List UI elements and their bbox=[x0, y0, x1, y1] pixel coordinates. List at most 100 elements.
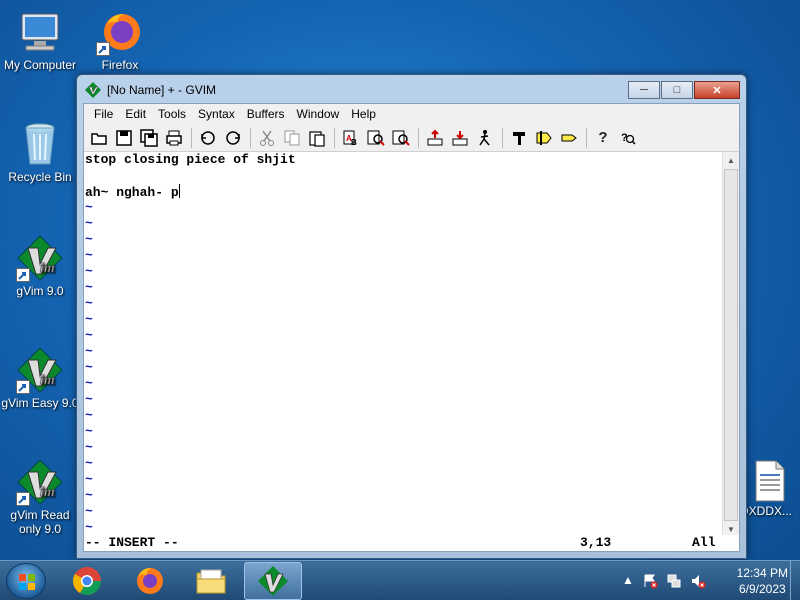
desktop-icon-gvim-easy[interactable]: im gVim Easy 9.0 bbox=[0, 346, 80, 410]
vim-icon bbox=[85, 82, 101, 98]
menu-file[interactable]: File bbox=[88, 107, 119, 121]
desktop-icon-label: DXDDX... bbox=[740, 504, 793, 518]
save-session-icon[interactable] bbox=[449, 127, 471, 149]
action-center-icon[interactable] bbox=[642, 573, 658, 589]
empty-line-marker: ~ bbox=[85, 216, 93, 231]
show-hidden-icons-icon[interactable]: ▲ bbox=[620, 573, 636, 589]
taskbar-chrome[interactable] bbox=[58, 562, 116, 600]
desktop-icon-my-computer[interactable]: My Computer bbox=[0, 8, 80, 72]
desktop-icon-gvim-read-only[interactable]: im gVim Read only 9.0 bbox=[0, 458, 80, 536]
svg-text:im: im bbox=[40, 373, 55, 388]
save-icon[interactable] bbox=[113, 127, 135, 149]
taskbar-explorer[interactable] bbox=[182, 562, 240, 600]
empty-line-marker: ~ bbox=[85, 504, 93, 519]
toolbar-separator bbox=[418, 127, 419, 148]
recycle-bin-icon bbox=[16, 120, 64, 168]
empty-line-marker: ~ bbox=[85, 312, 93, 327]
clock[interactable]: 12:34 PM 6/9/2023 bbox=[737, 565, 788, 597]
title-bar[interactable]: [No Name] + - GVIM ─ □ ✕ bbox=[77, 75, 746, 105]
load-session-icon[interactable] bbox=[424, 127, 446, 149]
buffer-line: ah~ nghah- p bbox=[84, 184, 722, 200]
menu-bar: File Edit Tools Syntax Buffers Window He… bbox=[84, 104, 739, 124]
menu-window[interactable]: Window bbox=[291, 107, 346, 121]
toolbar-separator bbox=[191, 127, 192, 148]
find-replace-icon[interactable]: AB bbox=[340, 127, 362, 149]
desktop-icon-label: gVim 9.0 bbox=[16, 284, 64, 298]
find-next-icon[interactable] bbox=[365, 127, 387, 149]
toolbar-separator bbox=[334, 127, 335, 148]
text-editor-area[interactable]: stop closing piece of shjit ah~ nghah- p… bbox=[84, 152, 722, 551]
buffer-line bbox=[84, 168, 722, 184]
empty-line-marker: ~ bbox=[85, 472, 93, 487]
shortcut-arrow-icon bbox=[96, 42, 110, 56]
toolbar-separator bbox=[250, 127, 251, 148]
run-script-icon[interactable] bbox=[474, 127, 496, 149]
toolbar-separator bbox=[586, 127, 587, 148]
empty-line-marker: ~ bbox=[85, 296, 93, 311]
show-desktop-button[interactable] bbox=[790, 561, 800, 600]
help-icon[interactable]: ? bbox=[592, 127, 614, 149]
vim-icon: im bbox=[16, 234, 64, 282]
firefox-icon bbox=[96, 8, 144, 56]
maximize-button[interactable]: □ bbox=[661, 81, 693, 99]
find-help-icon[interactable]: ? bbox=[617, 127, 639, 149]
buffer-line: stop closing piece of shjit bbox=[85, 152, 296, 167]
svg-text:im: im bbox=[40, 485, 55, 500]
scroll-percent: All bbox=[692, 535, 716, 550]
redo-icon[interactable] bbox=[222, 127, 244, 149]
gvim-window[interactable]: [No Name] + - GVIM ─ □ ✕ File Edit Tools… bbox=[76, 74, 747, 559]
toolbar-separator bbox=[502, 127, 503, 148]
desktop-icon-firefox[interactable]: Firefox bbox=[80, 8, 160, 72]
menu-edit[interactable]: Edit bbox=[119, 107, 152, 121]
desktop-icon-gvim[interactable]: im gVim 9.0 bbox=[0, 234, 80, 298]
undo-icon[interactable] bbox=[197, 127, 219, 149]
desktop-icon-label: Firefox bbox=[101, 58, 139, 72]
desktop-icon-document[interactable]: DXDDX... bbox=[740, 460, 800, 518]
taskbar-gvim[interactable] bbox=[244, 562, 302, 600]
window-client: File Edit Tools Syntax Buffers Window He… bbox=[83, 103, 740, 552]
empty-line-marker: ~ bbox=[85, 408, 93, 423]
cut-icon[interactable] bbox=[256, 127, 278, 149]
empty-line-marker: ~ bbox=[85, 440, 93, 455]
empty-line-marker: ~ bbox=[85, 248, 93, 263]
start-button[interactable] bbox=[6, 563, 46, 599]
make-icon[interactable] bbox=[508, 127, 530, 149]
chrome-icon bbox=[73, 567, 101, 595]
desktop-icon-label: Recycle Bin bbox=[8, 170, 72, 184]
copy-icon[interactable] bbox=[281, 127, 303, 149]
save-all-icon[interactable] bbox=[138, 127, 160, 149]
desktop-icon-recycle-bin[interactable]: Recycle Bin bbox=[0, 120, 80, 184]
scrollbar-thumb[interactable] bbox=[724, 169, 738, 521]
shortcut-arrow-icon bbox=[16, 380, 30, 394]
empty-line-marker: ~ bbox=[85, 232, 93, 247]
paste-icon[interactable] bbox=[306, 127, 328, 149]
mode-indicator: -- INSERT -- bbox=[85, 535, 179, 550]
ctags-icon[interactable] bbox=[533, 127, 555, 149]
taskbar-firefox[interactable] bbox=[120, 562, 178, 600]
volume-muted-icon[interactable] bbox=[690, 573, 706, 589]
window-title: [No Name] + - GVIM bbox=[107, 83, 217, 97]
empty-line-marker: ~ bbox=[85, 360, 93, 375]
scroll-up-arrow-icon[interactable]: ▲ bbox=[723, 152, 739, 169]
menu-help[interactable]: Help bbox=[345, 107, 382, 121]
find-prev-icon[interactable] bbox=[390, 127, 412, 149]
jump-tag-icon[interactable] bbox=[558, 127, 580, 149]
menu-syntax[interactable]: Syntax bbox=[192, 107, 241, 121]
vertical-scrollbar[interactable]: ▲ ▼ bbox=[722, 152, 739, 538]
firefox-icon bbox=[137, 568, 163, 594]
taskbar: ▲ 12:34 PM 6/9/2023 bbox=[0, 560, 800, 600]
minimize-icon: ─ bbox=[640, 84, 648, 96]
empty-line-marker: ~ bbox=[85, 392, 93, 407]
desktop-icon-label: gVim Easy 9.0 bbox=[1, 396, 79, 410]
menu-buffers[interactable]: Buffers bbox=[241, 107, 291, 121]
print-icon[interactable] bbox=[163, 127, 185, 149]
windows-logo-icon bbox=[19, 574, 35, 590]
minimize-button[interactable]: ─ bbox=[628, 81, 660, 99]
toolbar: AB ? ? bbox=[84, 124, 739, 152]
close-button[interactable]: ✕ bbox=[694, 81, 740, 99]
network-icon[interactable] bbox=[666, 573, 682, 589]
menu-tools[interactable]: Tools bbox=[152, 107, 192, 121]
computer-icon bbox=[16, 8, 64, 56]
open-icon[interactable] bbox=[88, 127, 110, 149]
system-tray: ▲ 12:34 PM 6/9/2023 bbox=[600, 561, 800, 600]
